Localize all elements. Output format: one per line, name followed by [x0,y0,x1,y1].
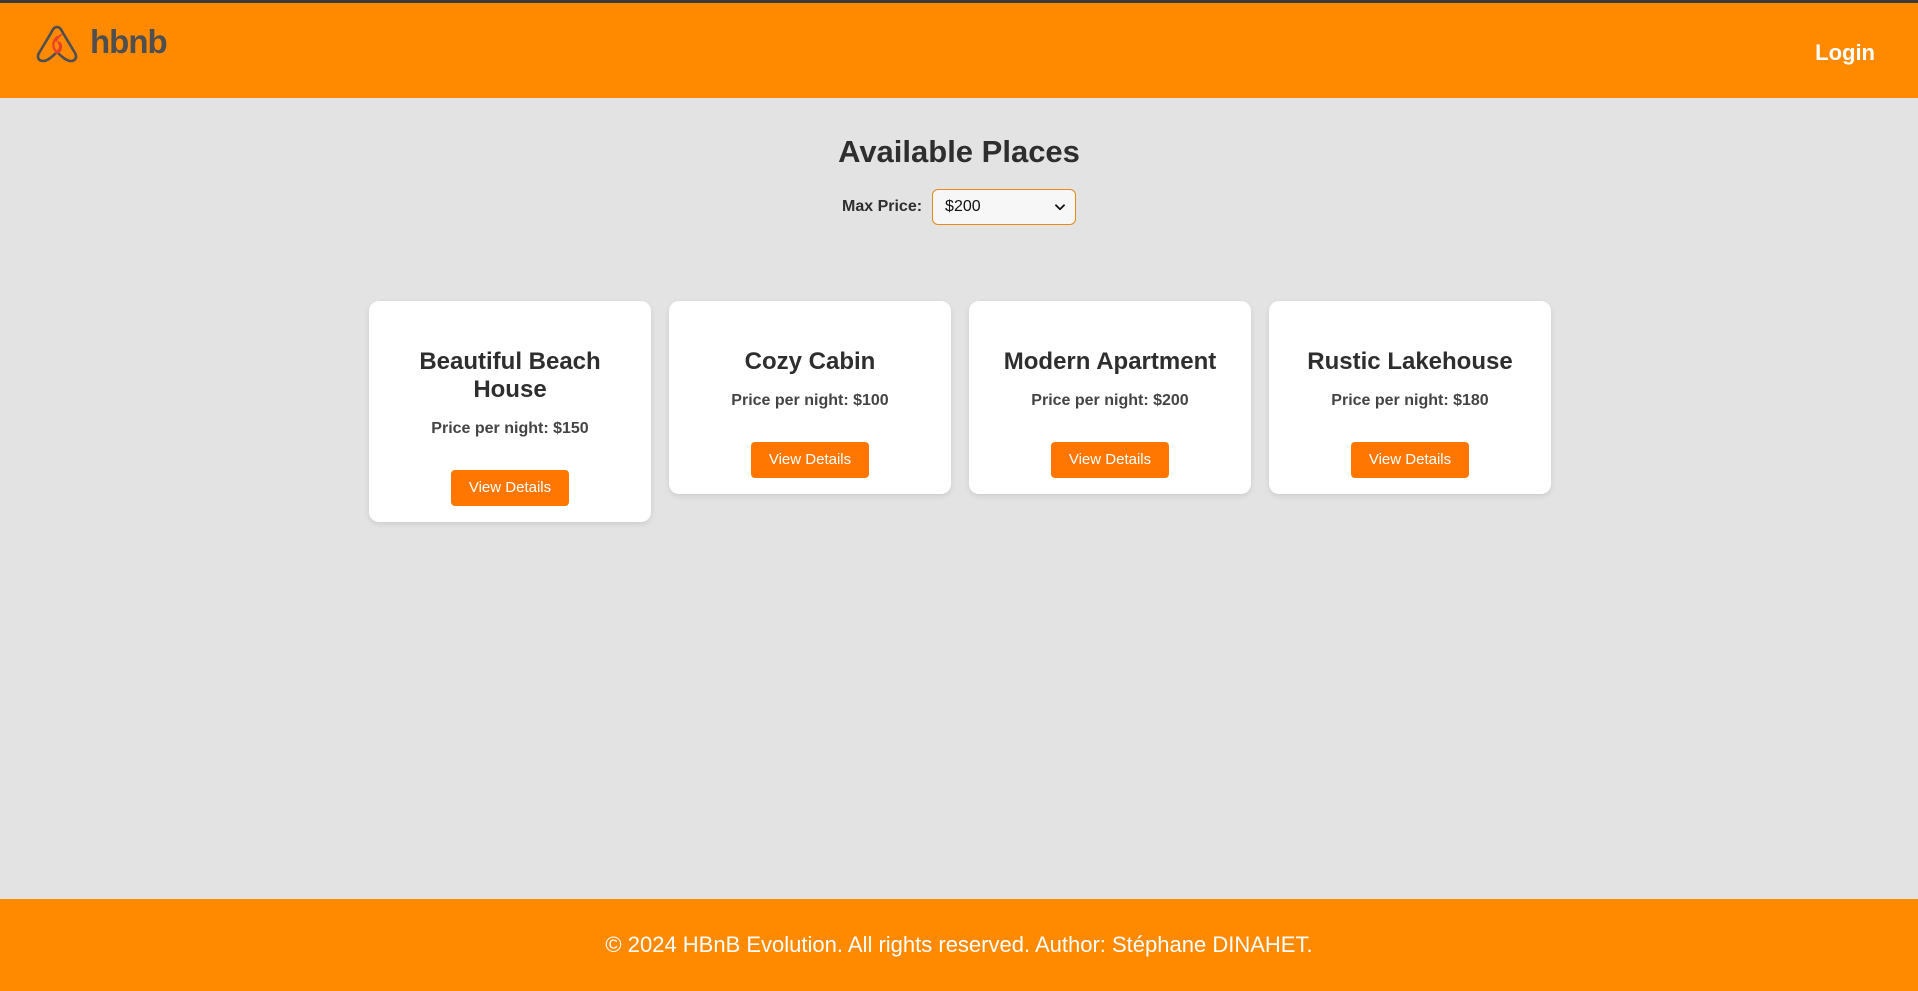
login-link[interactable]: Login [1815,40,1875,66]
page-title: Available Places [838,134,1080,169]
max-price-select[interactable]: $200 [932,189,1077,225]
max-price-selected-value: $200 [945,198,981,215]
place-card: Modern Apartment Price per night: $200 V… [969,301,1251,494]
site-footer: © 2024 HBnB Evolution. All rights reserv… [0,899,1918,991]
place-name: Beautiful Beach House [419,348,601,403]
view-details-button[interactable]: View Details [1050,442,1170,478]
place-card: Cozy Cabin Price per night: $100 View De… [669,301,951,494]
price-filter: Max Price: $200 [842,189,1077,225]
place-name: Cozy Cabin [744,348,876,375]
max-price-label: Max Price: [842,198,923,215]
chevron-down-icon [1055,198,1065,216]
place-name: Modern Apartment [1003,348,1217,375]
place-price: Price per night: $150 [431,420,589,437]
site-header: hbnb Login [0,3,1918,98]
logo-link[interactable]: hbnb [34,22,168,63]
place-card: Beautiful Beach House Price per night: $… [369,301,651,522]
places-list: Beautiful Beach House Price per night: $… [369,301,1551,522]
place-name: Rustic Lakehouse [1307,348,1513,375]
place-price: Price per night: $100 [731,392,889,409]
place-card: Rustic Lakehouse Price per night: $180 V… [1269,301,1551,494]
place-price: Price per night: $200 [1031,392,1189,409]
logo-text: hbnb [90,22,168,60]
view-details-button[interactable]: View Details [750,442,870,478]
view-details-button[interactable]: View Details [450,470,570,506]
footer-text: © 2024 HBnB Evolution. All rights reserv… [605,932,1313,957]
view-details-button[interactable]: View Details [1350,442,1470,478]
hbnb-logo-icon [34,23,80,63]
place-price: Price per night: $180 [1331,392,1489,409]
